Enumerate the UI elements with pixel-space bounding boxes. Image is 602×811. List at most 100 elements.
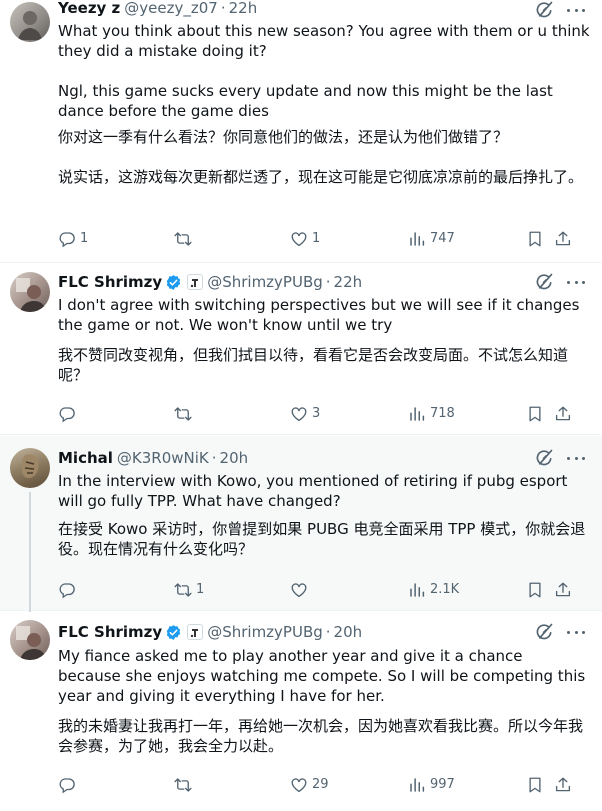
like-button[interactable] bbox=[290, 580, 312, 600]
display-name[interactable]: Yeezy z bbox=[58, 0, 120, 18]
user-handle[interactable]: @yeezy_z07 bbox=[124, 0, 218, 18]
retweet-button[interactable] bbox=[174, 775, 196, 795]
thread-line bbox=[29, 492, 31, 612]
retweet-icon bbox=[174, 405, 192, 423]
separator-dot: · bbox=[220, 0, 226, 17]
display-name[interactable]: FLC Shrimzy bbox=[58, 272, 162, 292]
affiliate-badge-icon[interactable] bbox=[187, 624, 204, 640]
tweet-header: FLC Shrimzy @ShrimzyPUBg · 20h bbox=[58, 622, 542, 642]
tweet-text-zh: 我不赞同改变视角，但我们拭目以待，看看它是否会改变局面。不试怎么知道呢？ bbox=[58, 346, 569, 384]
affiliate-badge-icon[interactable] bbox=[187, 274, 204, 290]
reply-button[interactable]: 1 bbox=[58, 229, 88, 249]
grok-icon[interactable] bbox=[534, 272, 554, 292]
views-icon bbox=[408, 230, 426, 248]
more-icon[interactable] bbox=[566, 272, 586, 292]
like-count: 1 bbox=[312, 231, 321, 246]
like-count: 3 bbox=[312, 406, 321, 421]
timestamp[interactable]: 22h bbox=[334, 272, 363, 292]
action-bar: 1 2.1K bbox=[58, 580, 588, 600]
share-button[interactable] bbox=[554, 775, 576, 795]
grok-icon[interactable] bbox=[534, 0, 554, 20]
bookmark-icon bbox=[526, 230, 544, 248]
tweet-header: Michal @K3R0wNiK · 20h bbox=[58, 448, 542, 468]
like-icon bbox=[290, 405, 308, 423]
views-button[interactable]: 2.1K bbox=[408, 580, 459, 600]
display-name[interactable]: Michal bbox=[58, 448, 113, 468]
display-name[interactable]: FLC Shrimzy bbox=[58, 622, 162, 642]
tweet-text-en: What you think about this new season? Yo… bbox=[58, 22, 590, 120]
avatar[interactable] bbox=[10, 448, 50, 488]
more-icon[interactable] bbox=[566, 448, 586, 468]
like-button[interactable]: 3 bbox=[290, 404, 320, 424]
action-bar: 29 997 bbox=[58, 775, 588, 795]
tweet-4[interactable]: FLC Shrimzy @ShrimzyPUBg · 20h My fiance… bbox=[0, 612, 602, 811]
action-bar: 3 718 bbox=[58, 404, 588, 424]
views-count: 2.1K bbox=[430, 582, 460, 597]
share-icon bbox=[554, 405, 572, 423]
like-icon bbox=[290, 776, 308, 794]
timestamp[interactable]: 20h bbox=[334, 622, 363, 642]
like-button[interactable]: 29 bbox=[290, 775, 329, 795]
like-button[interactable]: 1 bbox=[290, 229, 320, 249]
tweet-2[interactable]: FLC Shrimzy @ShrimzyPUBg · 22h I don't a… bbox=[0, 264, 602, 435]
views-icon bbox=[408, 581, 426, 599]
views-button[interactable]: 747 bbox=[408, 229, 455, 249]
like-icon bbox=[290, 230, 308, 248]
tweet-header: Yeezy z @yeezy_z07 · 22h bbox=[58, 0, 542, 18]
bookmark-icon bbox=[526, 776, 544, 794]
tweet-text-zh: 我的未婚妻让我再打一年，再给她一次机会，因为她喜欢看我比赛。所以今年我会参赛，为… bbox=[58, 717, 584, 755]
tweet-text-zh: 你对这一季有什么看法？你同意他们的做法，还是认为他们做错了？ 说实话，这游戏每次… bbox=[58, 128, 584, 186]
reply-icon bbox=[58, 230, 76, 248]
bookmark-button[interactable] bbox=[526, 775, 548, 795]
retweet-button[interactable] bbox=[174, 404, 196, 424]
user-handle[interactable]: @K3R0wNiK bbox=[117, 448, 209, 468]
share-button[interactable] bbox=[554, 229, 576, 249]
reply-button[interactable] bbox=[58, 580, 80, 600]
grok-icon[interactable] bbox=[534, 622, 554, 642]
user-handle[interactable]: @ShrimzyPUBg bbox=[207, 622, 323, 642]
views-button[interactable]: 997 bbox=[408, 775, 455, 795]
views-count: 718 bbox=[430, 406, 455, 421]
action-bar: 1 1 747 bbox=[58, 229, 588, 249]
bookmark-icon bbox=[526, 405, 544, 423]
separator-dot: · bbox=[325, 273, 331, 291]
timestamp[interactable]: 20h bbox=[220, 448, 249, 468]
reply-icon bbox=[58, 776, 76, 794]
more-icon[interactable] bbox=[566, 0, 586, 20]
reply-icon bbox=[58, 405, 76, 423]
user-handle[interactable]: @ShrimzyPUBg bbox=[207, 272, 323, 292]
tweet-text-en: I don't agree with switching perspective… bbox=[58, 296, 585, 334]
tweet-1[interactable]: Yeezy z @yeezy_z07 · 22h What you think … bbox=[0, 0, 602, 263]
like-icon bbox=[290, 581, 308, 599]
share-button[interactable] bbox=[554, 404, 576, 424]
bookmark-button[interactable] bbox=[526, 229, 548, 249]
reply-icon bbox=[58, 581, 76, 599]
grok-icon[interactable] bbox=[534, 448, 554, 468]
like-count: 29 bbox=[312, 777, 329, 792]
reply-button[interactable] bbox=[58, 775, 80, 795]
views-count: 997 bbox=[430, 777, 455, 792]
avatar[interactable] bbox=[10, 620, 50, 660]
reply-button[interactable] bbox=[58, 404, 80, 424]
retweet-button[interactable] bbox=[174, 229, 196, 249]
share-icon bbox=[554, 230, 572, 248]
avatar[interactable] bbox=[10, 272, 50, 312]
views-icon bbox=[408, 776, 426, 794]
timestamp[interactable]: 22h bbox=[229, 0, 258, 18]
separator-dot: · bbox=[325, 623, 331, 641]
views-button[interactable]: 718 bbox=[408, 404, 455, 424]
tweet-3[interactable]: Michal @K3R0wNiK · 20h In the interview … bbox=[0, 436, 602, 612]
tweet-header: FLC Shrimzy @ShrimzyPUBg · 22h bbox=[58, 272, 542, 292]
tweet-text-en: In the interview with Kowo, you mentione… bbox=[58, 472, 573, 510]
retweet-count: 1 bbox=[196, 582, 205, 597]
bookmark-button[interactable] bbox=[526, 404, 548, 424]
views-count: 747 bbox=[430, 231, 455, 246]
more-icon[interactable] bbox=[566, 622, 586, 642]
tweet-text-en: My fiance asked me to play another year … bbox=[58, 647, 590, 705]
bookmark-button[interactable] bbox=[526, 580, 548, 600]
share-button[interactable] bbox=[554, 580, 576, 600]
retweet-icon bbox=[174, 581, 192, 599]
retweet-button[interactable]: 1 bbox=[174, 580, 204, 600]
avatar[interactable] bbox=[10, 2, 50, 42]
share-icon bbox=[554, 581, 572, 599]
